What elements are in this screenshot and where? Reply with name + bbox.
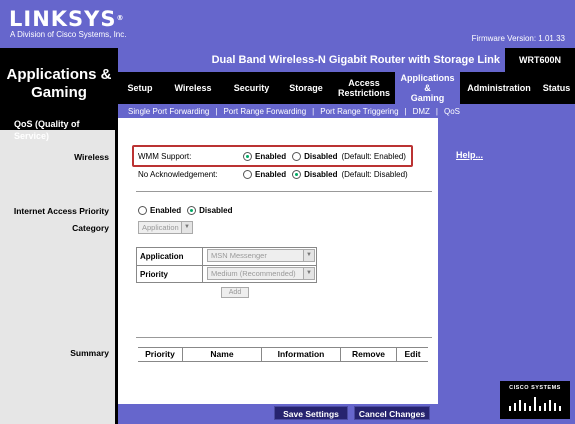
divider [136, 337, 432, 338]
subtab-separator: | [215, 106, 218, 116]
cisco-bridge-icon [509, 397, 561, 411]
tab-applications-gaming[interactable]: Applications & Gaming [395, 72, 460, 104]
wmm-default-text: (Default: Enabled) [341, 152, 406, 161]
chevron-down-icon: ▼ [303, 268, 314, 279]
left-sidebar: QoS (Quality of Service) Wireless Intern… [0, 118, 118, 424]
label-category: Category [72, 223, 109, 233]
help-link[interactable]: Help... [456, 150, 483, 160]
summary-table-header: Priority Name Information Remove Edit [138, 347, 428, 362]
priority-disabled-label: Disabled [199, 206, 233, 215]
summary-col-name: Name [183, 348, 262, 361]
noack-row: No Acknowledgement: Enabled Disabled (De… [138, 170, 408, 179]
tab-administration[interactable]: Administration [460, 72, 538, 104]
tab-access-restrictions[interactable]: Access Restrictions [333, 72, 395, 104]
help-panel: Help... [438, 118, 575, 404]
wmm-disabled-label: Disabled [304, 152, 338, 161]
page-title: Applications & Gaming [6, 66, 112, 101]
summary-col-priority: Priority [138, 348, 183, 361]
model-number: WRT600N [505, 48, 575, 72]
sub-tabs: Single Port Forwarding | Port Range Forw… [118, 104, 575, 118]
label-internet-access-priority: Internet Access Priority [13, 206, 109, 216]
wmm-support-row: WMM Support: Enabled Disabled (Default: … [138, 152, 406, 161]
logo-subtitle: A Division of Cisco Systems, Inc. [10, 30, 127, 39]
main-tabs: Setup Wireless Security Storage Access Re… [118, 72, 575, 104]
cisco-logo: CISCO SYSTEMS [500, 381, 570, 419]
linksys-logo: LINKSYS® [9, 7, 125, 31]
priority-disabled-radio[interactable] [187, 206, 197, 215]
tab-status[interactable]: Status [538, 72, 575, 104]
subtab-separator: | [435, 106, 438, 116]
subtab-port-range-triggering[interactable]: Port Range Triggering [320, 107, 398, 116]
application-label: Application [137, 248, 203, 265]
product-name: Dual Band Wireless-N Gigabit Router with… [211, 54, 500, 66]
category-select[interactable]: Application ▼ [138, 221, 193, 234]
chevron-down-icon: ▼ [303, 250, 314, 261]
priority-label: Priority [137, 266, 203, 283]
summary-col-remove: Remove [341, 348, 397, 361]
chevron-down-icon: ▼ [181, 222, 192, 233]
label-summary: Summary [70, 348, 109, 358]
sidebar-heading: QoS (Quality of Service) [14, 119, 80, 141]
wmm-disabled-radio[interactable] [292, 152, 302, 161]
noack-label: No Acknowledgement: [138, 170, 218, 179]
internet-priority-row: Enabled Disabled [138, 206, 238, 215]
application-select[interactable]: MSN Messenger ▼ [207, 249, 315, 262]
wmm-enabled-radio[interactable] [243, 152, 252, 161]
add-button[interactable]: Add [221, 287, 249, 298]
firmware-version: Firmware Version: 1.01.33 [471, 34, 565, 43]
noack-enabled-label: Enabled [255, 170, 287, 179]
noack-disabled-label: Disabled [304, 170, 338, 179]
priority-enabled-radio[interactable] [138, 206, 147, 215]
wmm-support-label: WMM Support: [138, 152, 192, 161]
subtab-separator: | [404, 106, 407, 116]
tab-setup[interactable]: Setup [118, 72, 162, 104]
subtab-dmz[interactable]: DMZ [413, 107, 430, 116]
summary-col-information: Information [262, 348, 341, 361]
label-wireless: Wireless [74, 152, 109, 162]
divider [136, 191, 432, 192]
subtab-port-range-forwarding[interactable]: Port Range Forwarding [223, 107, 306, 116]
subtab-qos[interactable]: QoS [444, 107, 460, 116]
main-content: WMM Support: Enabled Disabled (Default: … [118, 118, 438, 404]
subtab-single-port-forwarding[interactable]: Single Port Forwarding [128, 107, 209, 116]
noack-enabled-radio[interactable] [243, 170, 252, 179]
tab-security[interactable]: Security [224, 72, 279, 104]
wmm-enabled-label: Enabled [255, 152, 287, 161]
subtab-separator: | [312, 106, 315, 116]
save-settings-button[interactable]: Save Settings [274, 406, 348, 420]
cancel-changes-button[interactable]: Cancel Changes [354, 406, 430, 420]
priority-enabled-label: Enabled [150, 206, 182, 215]
header-bar: LINKSYS® A Division of Cisco Systems, In… [0, 0, 575, 48]
tab-wireless[interactable]: Wireless [162, 72, 224, 104]
noack-default-text: (Default: Disabled) [341, 170, 408, 179]
summary-col-edit: Edit [404, 349, 421, 359]
tab-storage[interactable]: Storage [279, 72, 333, 104]
priority-select[interactable]: Medium (Recommended) ▼ [207, 267, 315, 280]
footer-bar: Save Settings Cancel Changes [118, 404, 438, 424]
noack-disabled-radio[interactable] [292, 170, 302, 179]
